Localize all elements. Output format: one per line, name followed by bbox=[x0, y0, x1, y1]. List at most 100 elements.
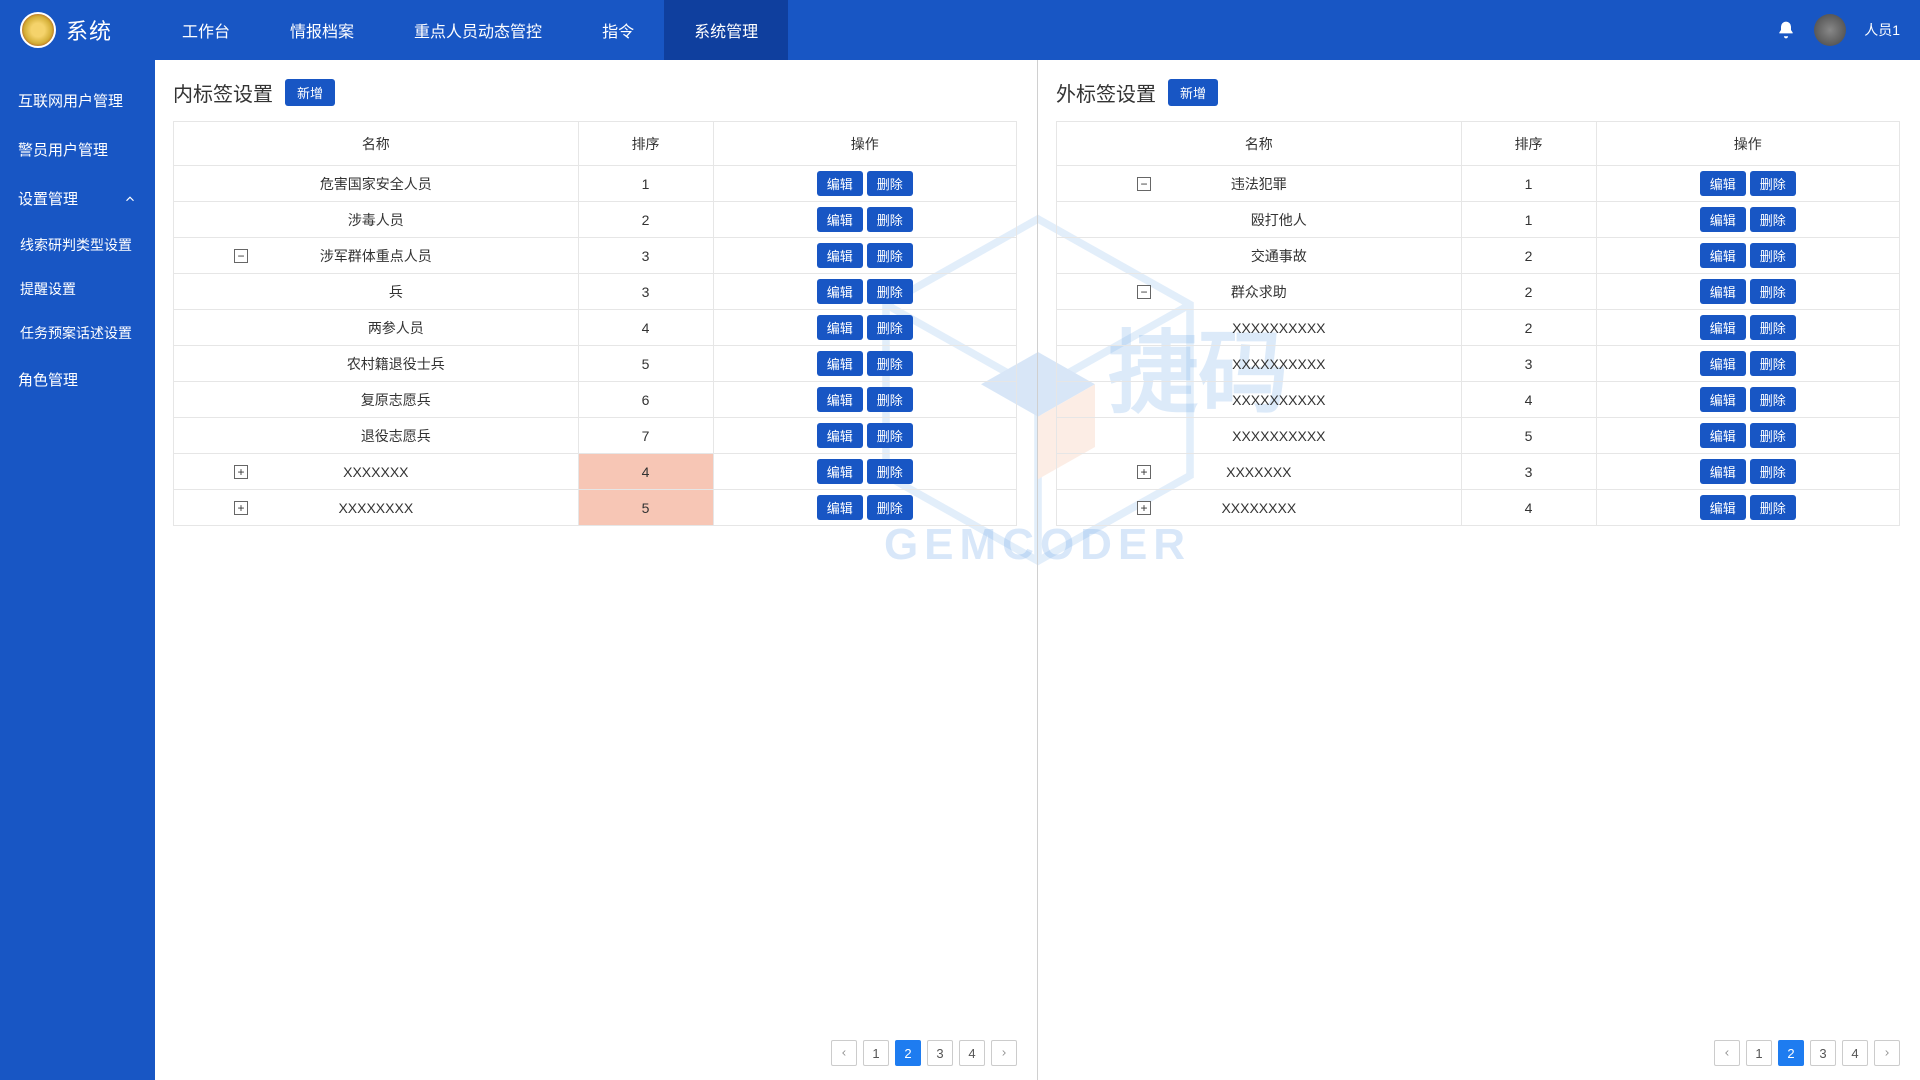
sidebar: 互联网用户管理警员用户管理设置管理线索研判类型设置提醒设置任务预案话述设置角色管… bbox=[0, 60, 155, 1080]
tree-toggle-icon[interactable]: − bbox=[1137, 177, 1151, 191]
delete-button[interactable]: 删除 bbox=[1750, 387, 1796, 412]
sort-cell: 2 bbox=[1461, 310, 1596, 346]
edit-button[interactable]: 编辑 bbox=[817, 243, 863, 268]
edit-button[interactable]: 编辑 bbox=[817, 423, 863, 448]
delete-button[interactable]: 删除 bbox=[1750, 495, 1796, 520]
left-add-button[interactable]: 新增 bbox=[285, 79, 335, 106]
sidebar-sub-item[interactable]: 提醒设置 bbox=[0, 267, 155, 311]
edit-button[interactable]: 编辑 bbox=[1700, 351, 1746, 376]
pager-next[interactable] bbox=[991, 1040, 1017, 1066]
pager-prev[interactable] bbox=[831, 1040, 857, 1066]
delete-button[interactable]: 删除 bbox=[867, 387, 913, 412]
delete-button[interactable]: 删除 bbox=[867, 171, 913, 196]
delete-button[interactable]: 删除 bbox=[867, 243, 913, 268]
tree-toggle-icon[interactable]: − bbox=[1137, 285, 1151, 299]
delete-button[interactable]: 删除 bbox=[867, 351, 913, 376]
top-nav-item[interactable]: 工作台 bbox=[152, 0, 260, 60]
top-nav-item[interactable]: 情报档案 bbox=[260, 0, 384, 60]
action-cell: 编辑删除 bbox=[713, 166, 1017, 202]
delete-button[interactable]: 删除 bbox=[867, 423, 913, 448]
column-header: 排序 bbox=[1461, 122, 1596, 166]
app-header: 系统 工作台情报档案重点人员动态管控指令系统管理 人员1 bbox=[0, 0, 1920, 60]
tree-toggle-icon[interactable]: + bbox=[1137, 465, 1151, 479]
edit-button[interactable]: 编辑 bbox=[1700, 243, 1746, 268]
edit-button[interactable]: 编辑 bbox=[1700, 459, 1746, 484]
edit-button[interactable]: 编辑 bbox=[1700, 171, 1746, 196]
edit-button[interactable]: 编辑 bbox=[817, 495, 863, 520]
pager-page[interactable]: 4 bbox=[959, 1040, 985, 1066]
sort-cell: 2 bbox=[1461, 274, 1596, 310]
edit-button[interactable]: 编辑 bbox=[1700, 279, 1746, 304]
edit-button[interactable]: 编辑 bbox=[817, 279, 863, 304]
delete-button[interactable]: 删除 bbox=[1750, 351, 1796, 376]
right-add-button[interactable]: 新增 bbox=[1168, 79, 1218, 106]
delete-button[interactable]: 删除 bbox=[867, 315, 913, 340]
pager-page[interactable]: 3 bbox=[927, 1040, 953, 1066]
notification-bell-icon[interactable] bbox=[1776, 19, 1796, 41]
top-nav-item[interactable]: 指令 bbox=[572, 0, 664, 60]
sort-cell: 4 bbox=[1461, 382, 1596, 418]
sidebar-item[interactable]: 设置管理 bbox=[0, 174, 155, 223]
tree-toggle-icon[interactable]: + bbox=[1137, 501, 1151, 515]
edit-button[interactable]: 编辑 bbox=[1700, 423, 1746, 448]
edit-button[interactable]: 编辑 bbox=[817, 207, 863, 232]
delete-button[interactable]: 删除 bbox=[1750, 207, 1796, 232]
edit-button[interactable]: 编辑 bbox=[1700, 207, 1746, 232]
name-cell: −群众求助 bbox=[1057, 274, 1462, 310]
sort-cell: 3 bbox=[1461, 454, 1596, 490]
tree-toggle-icon[interactable]: − bbox=[234, 249, 248, 263]
delete-button[interactable]: 删除 bbox=[867, 459, 913, 484]
table-row: 两参人员4编辑删除 bbox=[174, 310, 1017, 346]
table-row: 兵3编辑删除 bbox=[174, 274, 1017, 310]
delete-button[interactable]: 删除 bbox=[1750, 315, 1796, 340]
delete-button[interactable]: 删除 bbox=[867, 495, 913, 520]
pager-page[interactable]: 1 bbox=[1746, 1040, 1772, 1066]
edit-button[interactable]: 编辑 bbox=[817, 351, 863, 376]
pager-prev[interactable] bbox=[1714, 1040, 1740, 1066]
top-nav-item[interactable]: 系统管理 bbox=[664, 0, 788, 60]
delete-button[interactable]: 删除 bbox=[1750, 243, 1796, 268]
edit-button[interactable]: 编辑 bbox=[817, 459, 863, 484]
action-cell: 编辑删除 bbox=[1596, 382, 1900, 418]
edit-button[interactable]: 编辑 bbox=[1700, 387, 1746, 412]
edit-button[interactable]: 编辑 bbox=[1700, 315, 1746, 340]
table-row: +XXXXXXXX5编辑删除 bbox=[174, 490, 1017, 526]
pager-page[interactable]: 1 bbox=[863, 1040, 889, 1066]
delete-button[interactable]: 删除 bbox=[1750, 279, 1796, 304]
name-cell: 退役志愿兵 bbox=[174, 418, 579, 454]
edit-button[interactable]: 编辑 bbox=[817, 315, 863, 340]
sort-cell: 1 bbox=[1461, 202, 1596, 238]
name-cell: +XXXXXXXX bbox=[1057, 490, 1462, 526]
edit-button[interactable]: 编辑 bbox=[1700, 495, 1746, 520]
sidebar-sub-item[interactable]: 线索研判类型设置 bbox=[0, 223, 155, 267]
sidebar-item[interactable]: 互联网用户管理 bbox=[0, 76, 155, 125]
pager-page[interactable]: 2 bbox=[895, 1040, 921, 1066]
pager-next[interactable] bbox=[1874, 1040, 1900, 1066]
edit-button[interactable]: 编辑 bbox=[817, 171, 863, 196]
delete-button[interactable]: 删除 bbox=[1750, 171, 1796, 196]
sidebar-item[interactable]: 角色管理 bbox=[0, 355, 155, 404]
sidebar-sub-item[interactable]: 任务预案话述设置 bbox=[0, 311, 155, 355]
pager-page[interactable]: 4 bbox=[1842, 1040, 1868, 1066]
sort-cell: 2 bbox=[578, 202, 713, 238]
table-row: 危害国家安全人员1编辑删除 bbox=[174, 166, 1017, 202]
table-row: −涉军群体重点人员3编辑删除 bbox=[174, 238, 1017, 274]
sort-cell: 3 bbox=[1461, 346, 1596, 382]
left-panel-head: 内标签设置 新增 bbox=[173, 78, 1017, 107]
user-avatar[interactable] bbox=[1814, 14, 1846, 46]
delete-button[interactable]: 删除 bbox=[1750, 423, 1796, 448]
delete-button[interactable]: 删除 bbox=[867, 279, 913, 304]
top-nav-item[interactable]: 重点人员动态管控 bbox=[384, 0, 572, 60]
tree-toggle-icon[interactable]: + bbox=[234, 501, 248, 515]
pager-page[interactable]: 2 bbox=[1778, 1040, 1804, 1066]
delete-button[interactable]: 删除 bbox=[1750, 459, 1796, 484]
tree-toggle-icon[interactable]: + bbox=[234, 465, 248, 479]
edit-button[interactable]: 编辑 bbox=[817, 387, 863, 412]
delete-button[interactable]: 删除 bbox=[867, 207, 913, 232]
sidebar-item[interactable]: 警员用户管理 bbox=[0, 125, 155, 174]
right-panel: 外标签设置 新增 名称排序操作 −违法犯罪1编辑删除殴打他人1编辑删除交通事故2… bbox=[1037, 60, 1920, 1080]
pager-page[interactable]: 3 bbox=[1810, 1040, 1836, 1066]
action-cell: 编辑删除 bbox=[713, 418, 1017, 454]
sort-cell: 4 bbox=[578, 454, 713, 490]
sort-cell: 1 bbox=[578, 166, 713, 202]
